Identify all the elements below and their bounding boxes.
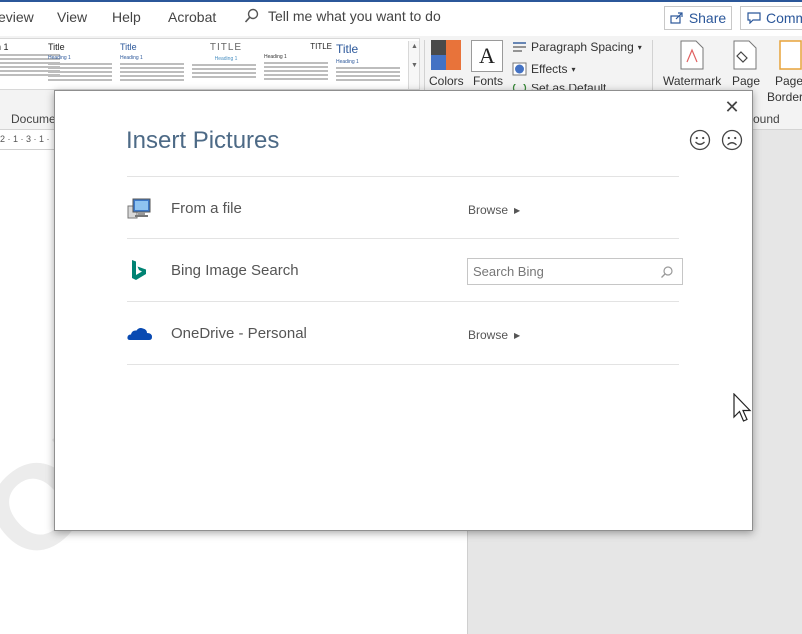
chevron-right-icon: ▶	[514, 205, 521, 215]
color-swatch	[431, 40, 446, 55]
tell-me-search[interactable]: Tell me what you want to do	[244, 8, 441, 24]
bing-search-row: Bing Image Search	[127, 239, 683, 302]
tab-review[interactable]: eview	[0, 9, 34, 25]
bing-search-label: Bing Image Search	[171, 262, 299, 279]
paragraph-spacing-label: Paragraph Spacing	[531, 40, 634, 54]
onedrive-cloud-icon	[127, 328, 152, 340]
page-borders-label[interactable]: Page	[775, 74, 802, 88]
style-set-thumbnail[interactable]: TITLE Heading 1	[264, 42, 332, 88]
color-swatch	[446, 40, 461, 55]
tab-acrobat[interactable]: Acrobat	[168, 9, 216, 25]
onedrive-row[interactable]: OneDrive - Personal Browse ▶	[127, 302, 679, 365]
effects-icon	[512, 62, 527, 76]
tell-me-text: Tell me what you want to do	[268, 8, 441, 24]
page-borders-icon[interactable]	[779, 40, 802, 70]
share-label: Share	[688, 10, 727, 26]
watermark-label[interactable]: Watermark	[663, 74, 721, 88]
share-button[interactable]: Share	[664, 6, 732, 30]
close-icon[interactable]: ✕	[722, 97, 742, 117]
computer-icon	[127, 198, 151, 219]
style-set-thumbnail[interactable]: Title Heading 1	[120, 42, 188, 88]
color-swatch	[431, 55, 446, 70]
title-accent-line	[0, 0, 802, 2]
browse-label: Browse	[468, 203, 509, 217]
style-set-thumbnail[interactable]: Title Heading 1	[48, 42, 116, 88]
fonts-icon[interactable]: A	[471, 40, 503, 72]
style-set-thumbnail[interactable]: TITLE Heading 1	[192, 42, 260, 88]
colors-swatch-icon[interactable]	[431, 40, 461, 70]
search-icon[interactable]	[660, 265, 674, 279]
page-color-label[interactable]: Page	[732, 74, 760, 88]
chevron-right-icon: ▶	[514, 330, 521, 340]
bing-search-box[interactable]	[467, 258, 683, 285]
watermark-icon[interactable]	[680, 40, 704, 70]
from-file-browse-link[interactable]: Browse ▶	[468, 203, 520, 217]
onedrive-label: OneDrive - Personal	[171, 325, 307, 342]
mouse-cursor-icon	[733, 393, 752, 422]
browse-label: Browse	[468, 328, 509, 342]
comments-label: Comm	[766, 10, 802, 26]
effects-label: Effects	[531, 62, 568, 76]
page-borders-label-2[interactable]: Borders	[767, 90, 802, 104]
paragraph-spacing-icon	[513, 42, 526, 52]
bing-logo-icon	[132, 260, 146, 280]
chevron-down-icon: ▾	[637, 42, 642, 52]
from-file-label: From a file	[171, 200, 242, 217]
comment-icon	[747, 12, 761, 24]
page-background-group-label: ound	[753, 112, 780, 126]
menu-bar: eview View Help Acrobat Tell me what you…	[0, 0, 802, 36]
page-color-icon[interactable]	[733, 40, 757, 70]
effects-button[interactable]: Effects ▾	[512, 62, 575, 76]
comments-button[interactable]: Comm	[740, 6, 802, 30]
fonts-button-label[interactable]: Fonts	[473, 74, 503, 88]
dialog-title: Insert Pictures	[126, 127, 280, 154]
share-icon	[670, 12, 683, 24]
insert-pictures-dialog: ✕ Insert Pictures From a file Browse ▶ B…	[54, 90, 753, 531]
paragraph-spacing-button[interactable]: Paragraph Spacing ▾	[512, 40, 642, 54]
style-set-gallery: n 1 Title Heading 1 Title Heading 1 TITL…	[0, 38, 420, 90]
tab-help[interactable]: Help	[112, 9, 141, 25]
style-set-thumbnail[interactable]: Title Heading 1	[336, 42, 404, 88]
bing-search-input[interactable]	[468, 259, 658, 284]
colors-button-label[interactable]: Colors	[429, 74, 464, 88]
chevron-down-icon: ▾	[571, 64, 576, 74]
color-swatch	[446, 55, 461, 70]
lightbulb-search-icon	[244, 8, 259, 23]
gallery-scrollbar[interactable]: ▲ ▼	[408, 41, 419, 89]
smile-feedback-icon[interactable]	[689, 129, 711, 151]
tab-view[interactable]: View	[57, 9, 87, 25]
frown-feedback-icon[interactable]	[721, 129, 743, 151]
from-file-row[interactable]: From a file Browse ▶	[127, 176, 679, 239]
document-formatting-group-label: Docume	[11, 112, 56, 126]
onedrive-browse-link[interactable]: Browse ▶	[468, 328, 520, 342]
horizontal-ruler: 2 · 1 · 3 · 1 ·	[0, 130, 60, 150]
